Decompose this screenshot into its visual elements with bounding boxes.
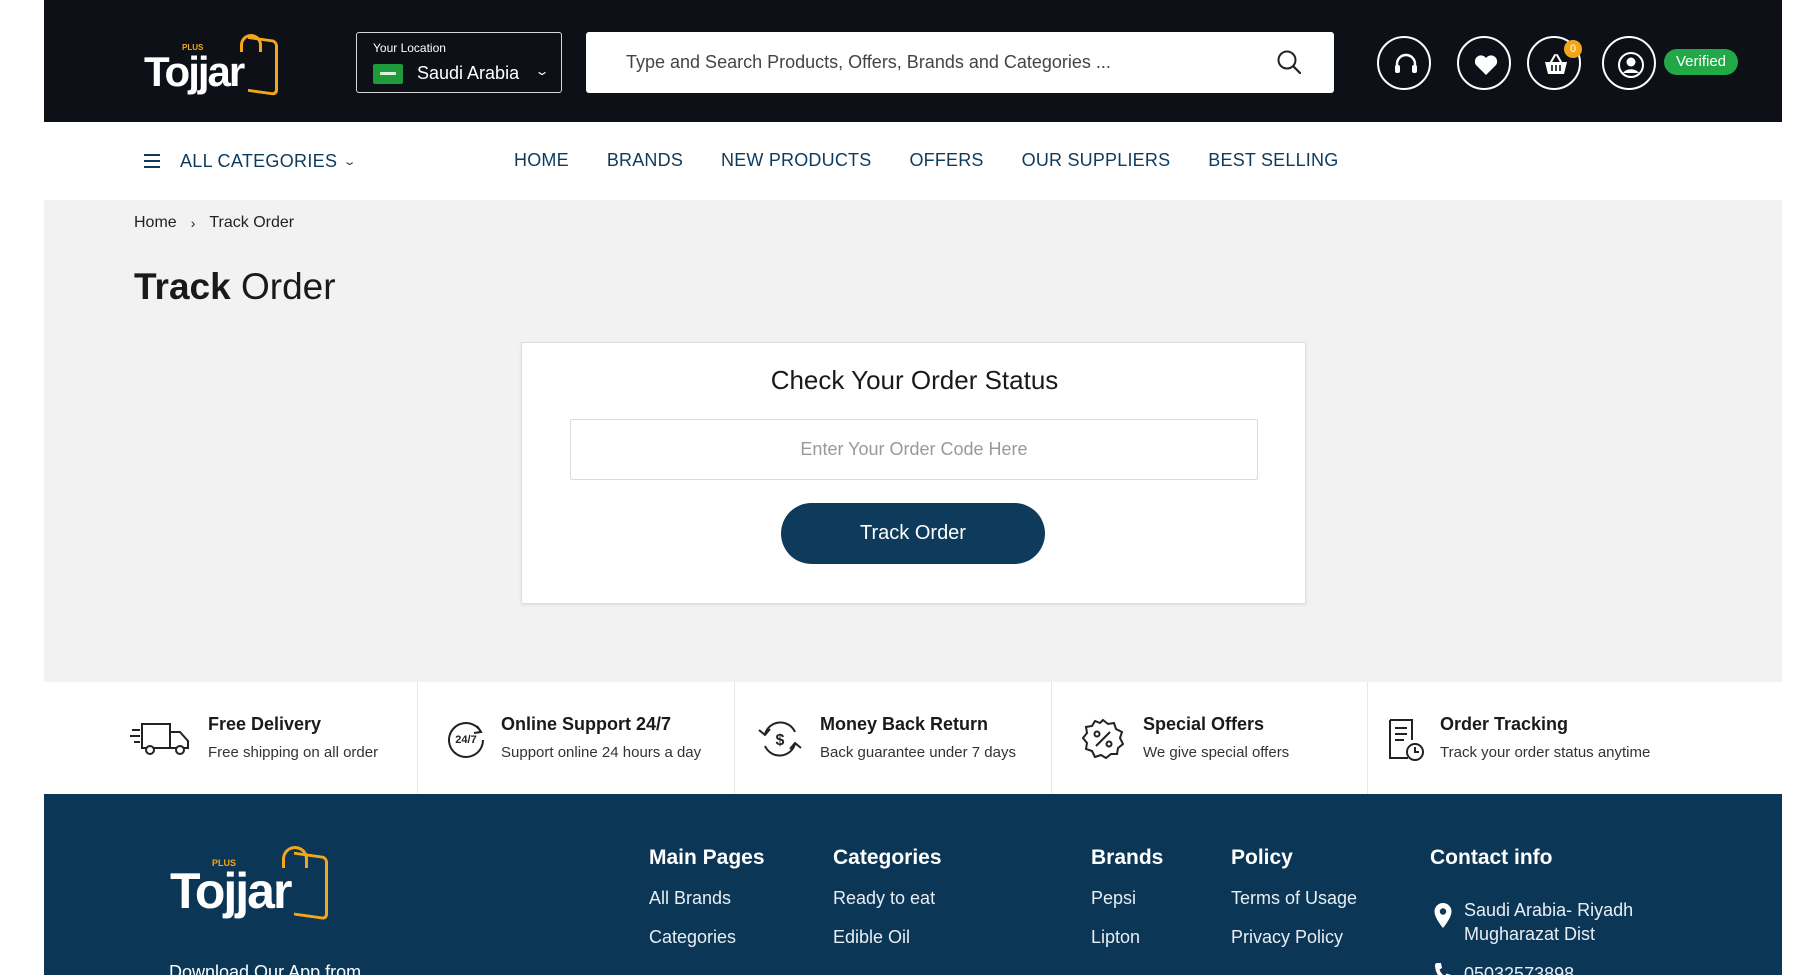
footer-col-categories: Categories Ready to eat Edible Oil [833, 846, 942, 966]
feature-subtitle: We give special offers [1143, 744, 1290, 761]
footer-col-title: Categories [833, 846, 942, 869]
footer-col-main-pages: Main Pages All Brands Categories [649, 846, 765, 966]
order-code-input[interactable] [570, 419, 1258, 480]
location-selector[interactable]: Your Location Saudi Arabia ⌄ [356, 32, 562, 93]
cart-count-badge: 0 [1564, 40, 1582, 58]
logo-bag [248, 35, 278, 97]
feature-subtitle: Back guarantee under 7 days [820, 744, 1016, 761]
svg-text:24/7: 24/7 [455, 734, 476, 746]
breadcrumb-home[interactable]: Home [134, 214, 177, 232]
feature-title: Online Support 24/7 [501, 714, 672, 734]
footer-logo[interactable]: Tojjar PLUS [170, 844, 340, 924]
search-bar [586, 32, 1334, 93]
nav-offers[interactable]: OFFERS [909, 150, 983, 171]
feature-special-offers: Special Offers We give special offers [1052, 682, 1368, 794]
order-tracking-icon [1389, 719, 1424, 761]
feature-online-support: 24/7 Online Support 24/7 Support online … [418, 682, 735, 794]
download-app-text: Download Our App from [169, 962, 362, 975]
footer-col-title: Contact info [1430, 846, 1553, 869]
discount-icon [1082, 718, 1124, 760]
page-frame: Tojjar PLUS Your Location Saudi Arabia ⌄ [44, 0, 1782, 975]
logo-plus: PLUS [182, 43, 204, 52]
breadcrumb-current: Track Order [209, 214, 295, 231]
phone-icon [1435, 963, 1451, 975]
footer-col-title: Brands [1091, 846, 1164, 869]
contact-phone: 05032573898 [1464, 964, 1575, 975]
wishlist-button[interactable] [1457, 36, 1511, 90]
heart-icon [1474, 55, 1498, 75]
footer-col-contact: Contact info [1430, 846, 1552, 888]
feature-title: Order Tracking [1440, 714, 1569, 734]
feature-money-back: $ Money Back Return Back guarantee under… [735, 682, 1052, 794]
nav-brands[interactable]: BRANDS [607, 150, 683, 171]
nav-our-suppliers[interactable]: OUR SUPPLIERS [1022, 150, 1171, 171]
site-footer: Tojjar PLUS Download Our App from Main P… [44, 794, 1782, 975]
site-logo[interactable]: Tojjar PLUS [144, 34, 284, 100]
account-button[interactable] [1602, 36, 1656, 90]
main-nav: ALL CATEGORIES ⌄ HOME BRANDS NEW PRODUCT… [44, 122, 1782, 200]
track-order-button[interactable]: Track Order [781, 503, 1045, 564]
user-icon [1618, 52, 1644, 78]
feature-free-delivery: Free Delivery Free shipping on all order [44, 682, 418, 794]
support-24-7-icon: 24/7 [448, 722, 484, 758]
footer-link-categories[interactable]: Categories [649, 927, 765, 948]
page-title: Track Order [134, 266, 336, 308]
feature-subtitle: Track your order status anytime [1440, 744, 1651, 761]
footer-col-title: Policy [1231, 846, 1293, 869]
verified-badge: Verified [1664, 49, 1738, 75]
footer-link-pepsi[interactable]: Pepsi [1091, 888, 1163, 909]
svg-text:$: $ [776, 732, 785, 749]
hamburger-icon [144, 154, 160, 168]
location-pin-icon [1434, 903, 1452, 928]
chevron-down-icon: ⌄ [342, 155, 357, 168]
top-header: Tojjar PLUS Your Location Saudi Arabia ⌄ [44, 0, 1782, 122]
nav-links: HOME BRANDS NEW PRODUCTS OFFERS OUR SUPP… [514, 150, 1376, 171]
breadcrumb: Home › Track Order [134, 214, 294, 232]
all-categories-menu[interactable]: ALL CATEGORIES ⌄ [144, 150, 357, 172]
footer-col-brands: Brands Pepsi Lipton [1091, 846, 1163, 966]
page-title-rest: Order [230, 266, 336, 307]
feature-subtitle: Free shipping on all order [208, 744, 379, 761]
feature-subtitle: Support online 24 hours a day [501, 744, 702, 761]
features-strip: Free Delivery Free shipping on all order… [44, 682, 1782, 794]
search-icon[interactable] [1276, 49, 1302, 75]
support-button[interactable] [1377, 36, 1431, 90]
saudi-flag-icon [373, 64, 403, 84]
nav-new-products[interactable]: NEW PRODUCTS [721, 150, 871, 171]
chevron-down-icon: ⌄ [534, 64, 550, 78]
contact-address-line1: Saudi Arabia- Riyadh [1464, 900, 1634, 920]
track-card-heading: Check Your Order Status [770, 365, 1059, 395]
footer-logo-text: Tojjar [170, 863, 292, 919]
feature-order-tracking: Order Tracking Track your order status a… [1368, 682, 1782, 794]
headset-icon [1395, 53, 1417, 73]
contact-address-line2: Mugharazat Dist [1464, 924, 1596, 944]
footer-link-all-brands[interactable]: All Brands [649, 888, 765, 909]
footer-link-lipton[interactable]: Lipton [1091, 927, 1163, 948]
nav-best-selling[interactable]: BEST SELLING [1208, 150, 1338, 171]
search-input[interactable] [586, 32, 1266, 93]
page-title-bold: Track [134, 266, 231, 307]
feature-title: Special Offers [1143, 714, 1265, 734]
footer-col-policy: Policy Terms of Usage Privacy Policy [1231, 846, 1357, 966]
track-order-card: Check Your Order Status Track Order [521, 342, 1306, 604]
location-value: Saudi Arabia [417, 63, 520, 83]
all-categories-label: ALL CATEGORIES [180, 150, 338, 171]
footer-logo-plus: PLUS [212, 858, 237, 868]
location-label: Your Location [373, 41, 446, 55]
chevron-right-icon: › [190, 215, 196, 231]
truck-icon [130, 723, 189, 755]
footer-link-privacy[interactable]: Privacy Policy [1231, 927, 1357, 948]
feature-title: Free Delivery [208, 714, 322, 734]
footer-link-terms[interactable]: Terms of Usage [1231, 888, 1357, 909]
money-back-icon: $ [758, 721, 802, 757]
footer-col-title: Main Pages [649, 846, 765, 869]
logo-bag [294, 851, 328, 921]
logo-text: Tojjar [144, 48, 245, 95]
feature-title: Money Back Return [820, 714, 989, 734]
footer-link-edible-oil[interactable]: Edible Oil [833, 927, 942, 948]
footer-link-ready-to-eat[interactable]: Ready to eat [833, 888, 942, 909]
nav-home[interactable]: HOME [514, 150, 569, 171]
